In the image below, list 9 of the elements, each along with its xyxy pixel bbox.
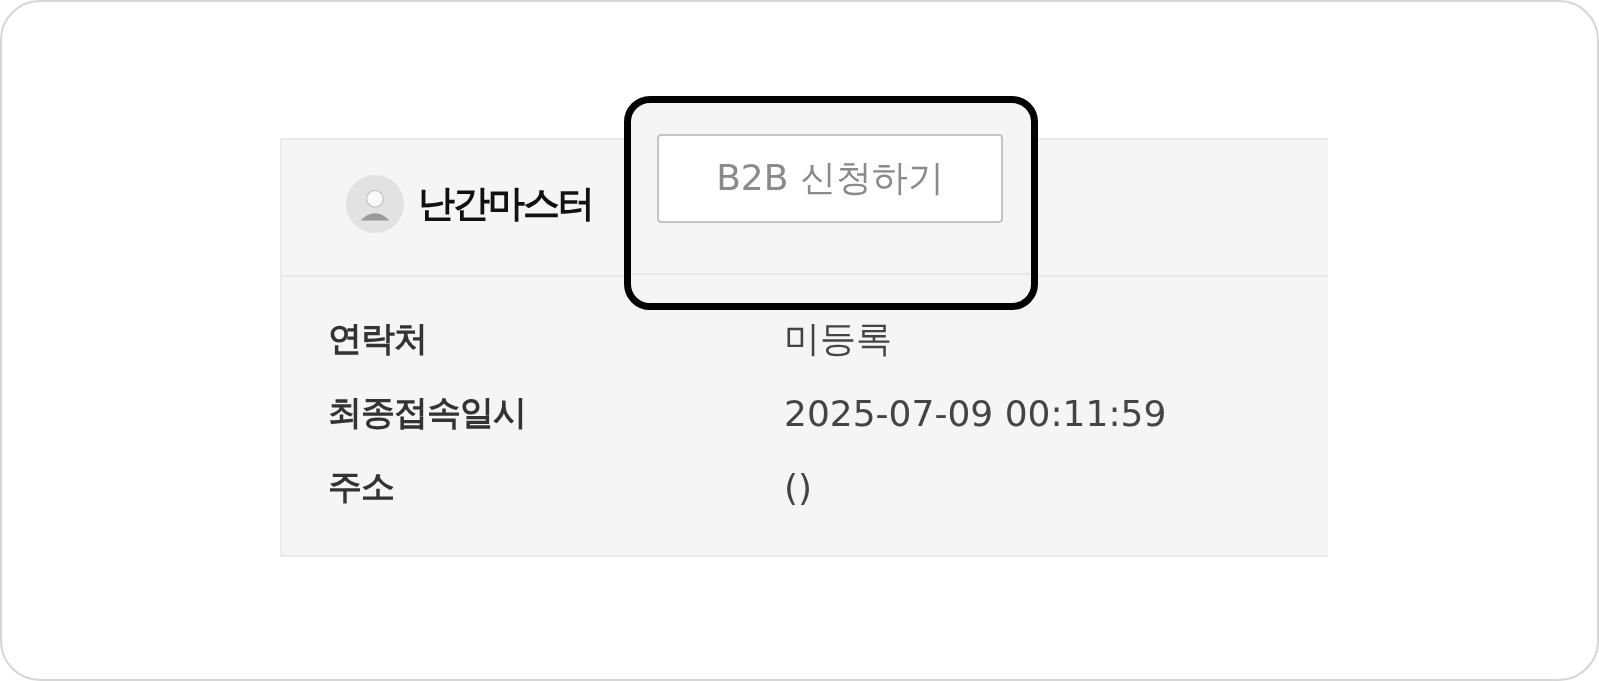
field-value: () <box>784 466 813 508</box>
field-value: 미등록 <box>784 316 892 361</box>
user-name: 난간마스터 <box>418 180 593 227</box>
field-label: 연락처 <box>328 317 428 360</box>
field-label: 주소 <box>328 465 395 508</box>
field-label: 최종접속일시 <box>328 391 527 434</box>
b2b-apply-button[interactable]: B2B 신청하기 <box>657 134 1003 223</box>
field-value: 2025-07-09 00:11:59 <box>784 392 1167 434</box>
avatar-icon <box>346 174 404 233</box>
